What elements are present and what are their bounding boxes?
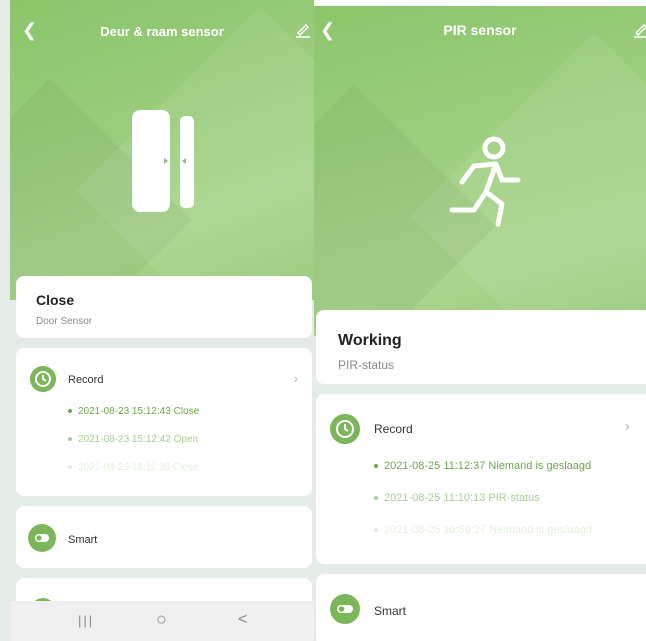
record-entry: 2021-08-23 15:12:43 Close	[68, 406, 199, 417]
top-bar: ❮ Deur & raam sensor	[10, 14, 314, 50]
page-title: Deur & raam sensor	[100, 24, 224, 39]
top-bar: ❮ PIR sensor	[314, 14, 646, 50]
running-person-icon	[449, 136, 521, 227]
door-sensor-screen: ❮ Deur & raam sensor Close Door Sensor R…	[0, 0, 314, 641]
edit-pencil-icon[interactable]	[296, 20, 310, 38]
toggle-icon	[28, 524, 56, 552]
status-title: Working	[338, 332, 402, 349]
home-button[interactable]: ○	[156, 609, 167, 630]
record-entry: 2021-08-23 15:11:36 Close	[68, 462, 198, 473]
edit-pencil-icon[interactable]	[634, 20, 646, 38]
door-sensor-icon	[132, 110, 194, 212]
smart-card[interactable]: Smart	[316, 574, 646, 641]
record-label: Record	[68, 374, 104, 386]
record-entry: 2021-08-25 11:12:37 Niemand is geslaagd	[374, 460, 591, 472]
status-title: Close	[36, 292, 75, 308]
hero-banner: ❮ Deur & raam sensor	[10, 0, 314, 300]
record-card[interactable]: Record › 2021-08-25 11:12:37 Niemand is …	[316, 394, 646, 564]
pir-sensor-screen: ❮ PIR sensor Working PIR-status Record ›…	[314, 6, 646, 641]
toggle-icon	[330, 594, 360, 624]
chevron-right-icon[interactable]: ›	[293, 370, 298, 386]
record-card[interactable]: Record › 2021-08-23 15:12:43 Close 2021-…	[16, 348, 312, 496]
back-button[interactable]: <	[238, 611, 247, 629]
hero-banner: ❮ PIR sensor	[314, 6, 646, 336]
page-title: PIR sensor	[443, 22, 517, 38]
smart-card[interactable]: Smart	[16, 506, 312, 568]
record-entry: 2021-08-23 15:12:42 Open	[68, 434, 198, 445]
chevron-right-icon[interactable]: ›	[625, 418, 630, 436]
system-nav-bar: ||| ○ <	[10, 601, 314, 641]
status-card: Working PIR-status	[316, 310, 646, 384]
record-entry: 2021-08-25 10:59:27 Niemand is geslaagd	[374, 524, 592, 536]
smart-label: Smart	[374, 604, 407, 618]
status-subtitle: PIR-status	[338, 358, 395, 372]
status-card: Close Door Sensor	[16, 276, 312, 338]
recent-apps-button[interactable]: |||	[78, 613, 94, 628]
clock-icon	[330, 414, 360, 444]
record-entry: 2021-08-25 11:10:13 PIR-status	[374, 492, 540, 504]
smart-label: Smart	[68, 534, 98, 546]
clock-icon	[30, 366, 56, 392]
record-label: Record	[374, 422, 413, 436]
status-subtitle: Door Sensor	[36, 316, 93, 327]
